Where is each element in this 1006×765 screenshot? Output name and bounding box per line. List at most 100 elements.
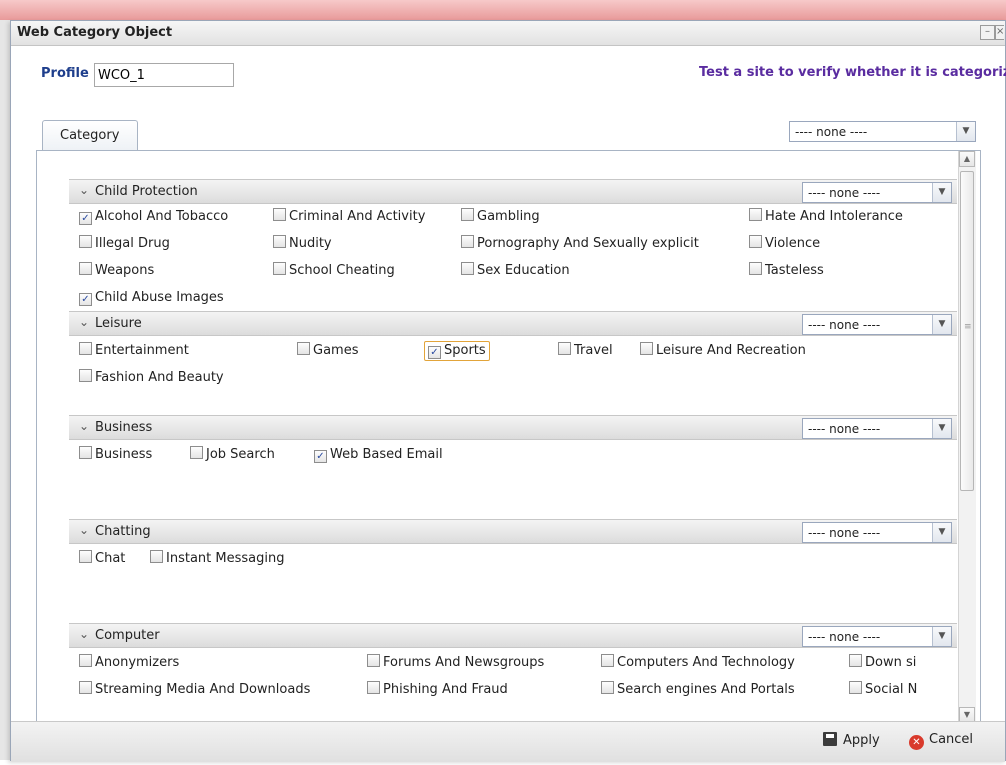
chevron-down-icon: ▼ xyxy=(956,122,975,141)
checkbox-label: Tasteless xyxy=(765,263,824,278)
group-select[interactable]: ---- none ---- ▼ xyxy=(802,626,952,647)
checkbox-icon xyxy=(273,235,286,248)
scroll-up-icon[interactable]: ▲ xyxy=(959,151,975,167)
checkbox-label: Computers And Technology xyxy=(617,655,795,670)
checkbox-nudity[interactable]: Nudity xyxy=(273,235,332,253)
checkbox-icon xyxy=(79,235,92,248)
group-select[interactable]: ---- none ---- ▼ xyxy=(802,182,952,203)
apply-button[interactable]: Apply xyxy=(823,732,880,748)
checkbox-label: Phishing And Fraud xyxy=(383,682,508,697)
tab-category-label: Category xyxy=(60,128,120,143)
checkbox-hate-and-intolerance[interactable]: Hate And Intolerance xyxy=(749,208,903,226)
chevron-down-icon: ▼ xyxy=(932,627,951,646)
checkbox-criminal-and-activity[interactable]: Criminal And Activity xyxy=(273,208,425,226)
checkbox-chat[interactable]: Chat xyxy=(79,550,125,568)
checkbox-streaming-media[interactable]: Streaming Media And Downloads xyxy=(79,681,310,699)
checkbox-job-search[interactable]: Job Search xyxy=(190,446,275,464)
group-select-value: ---- none ---- xyxy=(808,630,881,644)
checkbox-label: Violence xyxy=(765,236,821,251)
checkbox-fashion-and-beauty[interactable]: Fashion And Beauty xyxy=(79,369,224,387)
checkbox-computers-and-technology[interactable]: Computers And Technology xyxy=(601,654,795,672)
checkbox-illegal-drug[interactable]: Illegal Drug xyxy=(79,235,170,253)
group-header[interactable]: ⌄ Computer ---- none ---- ▼ xyxy=(69,623,957,648)
checkbox-icon xyxy=(79,550,92,563)
category-select-value: ---- none ---- xyxy=(795,125,868,139)
group-header[interactable]: ⌄ Child Protection ---- none ---- ▼ xyxy=(69,179,957,204)
checkbox-pornography[interactable]: Pornography And Sexually explicit xyxy=(461,235,699,253)
checkbox-entertainment[interactable]: Entertainment xyxy=(79,342,189,360)
cancel-label: Cancel xyxy=(929,732,974,747)
profile-label: Profile : xyxy=(41,66,99,81)
group-header[interactable]: ⌄ Leisure ---- none ---- ▼ xyxy=(69,311,957,336)
checkbox-tasteless[interactable]: Tasteless xyxy=(749,262,824,280)
checkbox-icon xyxy=(461,208,474,221)
group-header[interactable]: ⌄ Business ---- none ---- ▼ xyxy=(69,415,957,440)
checkbox-icon xyxy=(601,654,614,667)
cancel-button[interactable]: ✕ Cancel xyxy=(909,732,973,750)
checkbox-icon xyxy=(79,342,92,355)
checkbox-social-networking[interactable]: Social N xyxy=(849,681,917,699)
checkbox-icon xyxy=(749,208,762,221)
category-panel: ⌄ Child Protection ---- none ---- ▼ ✓ Alc… xyxy=(36,150,981,726)
checkbox-checked-icon: ✓ xyxy=(79,293,92,306)
checkbox-child-abuse-images[interactable]: ✓ Child Abuse Images xyxy=(79,289,224,307)
tab-category[interactable]: Category xyxy=(42,120,138,150)
checkbox-label: Nudity xyxy=(289,236,332,251)
checkbox-weapons[interactable]: Weapons xyxy=(79,262,154,280)
checkbox-icon xyxy=(297,342,310,355)
close-icon[interactable]: × xyxy=(995,25,1004,40)
checkbox-label: Gambling xyxy=(477,209,540,224)
checkbox-travel[interactable]: Travel xyxy=(558,342,613,360)
group-header[interactable]: ⌄ Chatting ---- none ---- ▼ xyxy=(69,519,957,544)
checkbox-label: Job Search xyxy=(206,447,275,462)
group-select[interactable]: ---- none ---- ▼ xyxy=(802,418,952,439)
checkbox-school-cheating[interactable]: School Cheating xyxy=(273,262,395,280)
checkbox-search-engines[interactable]: Search engines And Portals xyxy=(601,681,795,699)
checkbox-icon xyxy=(79,369,92,382)
group-title: Chatting xyxy=(95,524,151,539)
checkbox-games[interactable]: Games xyxy=(297,342,358,360)
chevron-down-icon: ▼ xyxy=(932,419,951,438)
scroll-thumb[interactable]: ≡ xyxy=(960,171,974,491)
group-select-value: ---- none ---- xyxy=(808,318,881,332)
chevron-down-icon: ⌄ xyxy=(79,419,90,433)
profile-name-input[interactable] xyxy=(94,63,234,87)
group-select-value: ---- none ---- xyxy=(808,186,881,200)
checkbox-phishing-and-fraud[interactable]: Phishing And Fraud xyxy=(367,681,508,699)
checkbox-label: Forums And Newsgroups xyxy=(383,655,545,670)
checkbox-down-sites[interactable]: Down si xyxy=(849,654,916,672)
checkbox-label: Entertainment xyxy=(95,343,189,358)
checkbox-gambling[interactable]: Gambling xyxy=(461,208,540,226)
checkbox-leisure-and-recreation[interactable]: Leisure And Recreation xyxy=(640,342,806,360)
checkbox-checked-icon: ✓ xyxy=(79,212,92,225)
checkbox-icon xyxy=(79,446,92,459)
checkbox-instant-messaging[interactable]: Instant Messaging xyxy=(150,550,284,568)
group-title: Leisure xyxy=(95,316,142,331)
checkbox-label: School Cheating xyxy=(289,263,395,278)
chevron-down-icon: ⌄ xyxy=(79,183,90,197)
panel-scrollbar[interactable]: ▲ ≡ ▼ xyxy=(958,151,976,725)
web-category-object-dialog: Web Category Object – × Profile : Test a… xyxy=(10,20,1006,762)
test-site-link[interactable]: Test a site to verify whether it is cate… xyxy=(699,65,1006,80)
checkbox-anonymizers[interactable]: Anonymizers xyxy=(79,654,179,672)
group-title: Child Protection xyxy=(95,184,198,199)
minimize-icon[interactable]: – xyxy=(980,25,995,40)
checkbox-violence[interactable]: Violence xyxy=(749,235,820,253)
checkbox-icon xyxy=(190,446,203,459)
checkbox-sex-education[interactable]: Sex Education xyxy=(461,262,570,280)
checkbox-forums-and-newsgroups[interactable]: Forums And Newsgroups xyxy=(367,654,544,672)
checkbox-label: Fashion And Beauty xyxy=(95,370,224,385)
chevron-down-icon: ▼ xyxy=(932,315,951,334)
group-title: Computer xyxy=(95,628,160,643)
checkbox-icon xyxy=(79,654,92,667)
checkbox-sports[interactable]: ✓ Sports xyxy=(424,341,490,361)
group-select[interactable]: ---- none ---- ▼ xyxy=(802,522,952,543)
checkbox-icon xyxy=(461,262,474,275)
group-select[interactable]: ---- none ---- ▼ xyxy=(802,314,952,335)
checkbox-alcohol-and-tobacco[interactable]: ✓ Alcohol And Tobacco xyxy=(79,208,228,226)
category-select[interactable]: ---- none ---- ▼ xyxy=(789,121,976,142)
checkbox-label: Down si xyxy=(865,655,917,670)
checkbox-web-based-email[interactable]: ✓ Web Based Email xyxy=(314,446,443,464)
checkbox-business[interactable]: Business xyxy=(79,446,152,464)
checkbox-label: Criminal And Activity xyxy=(289,209,426,224)
